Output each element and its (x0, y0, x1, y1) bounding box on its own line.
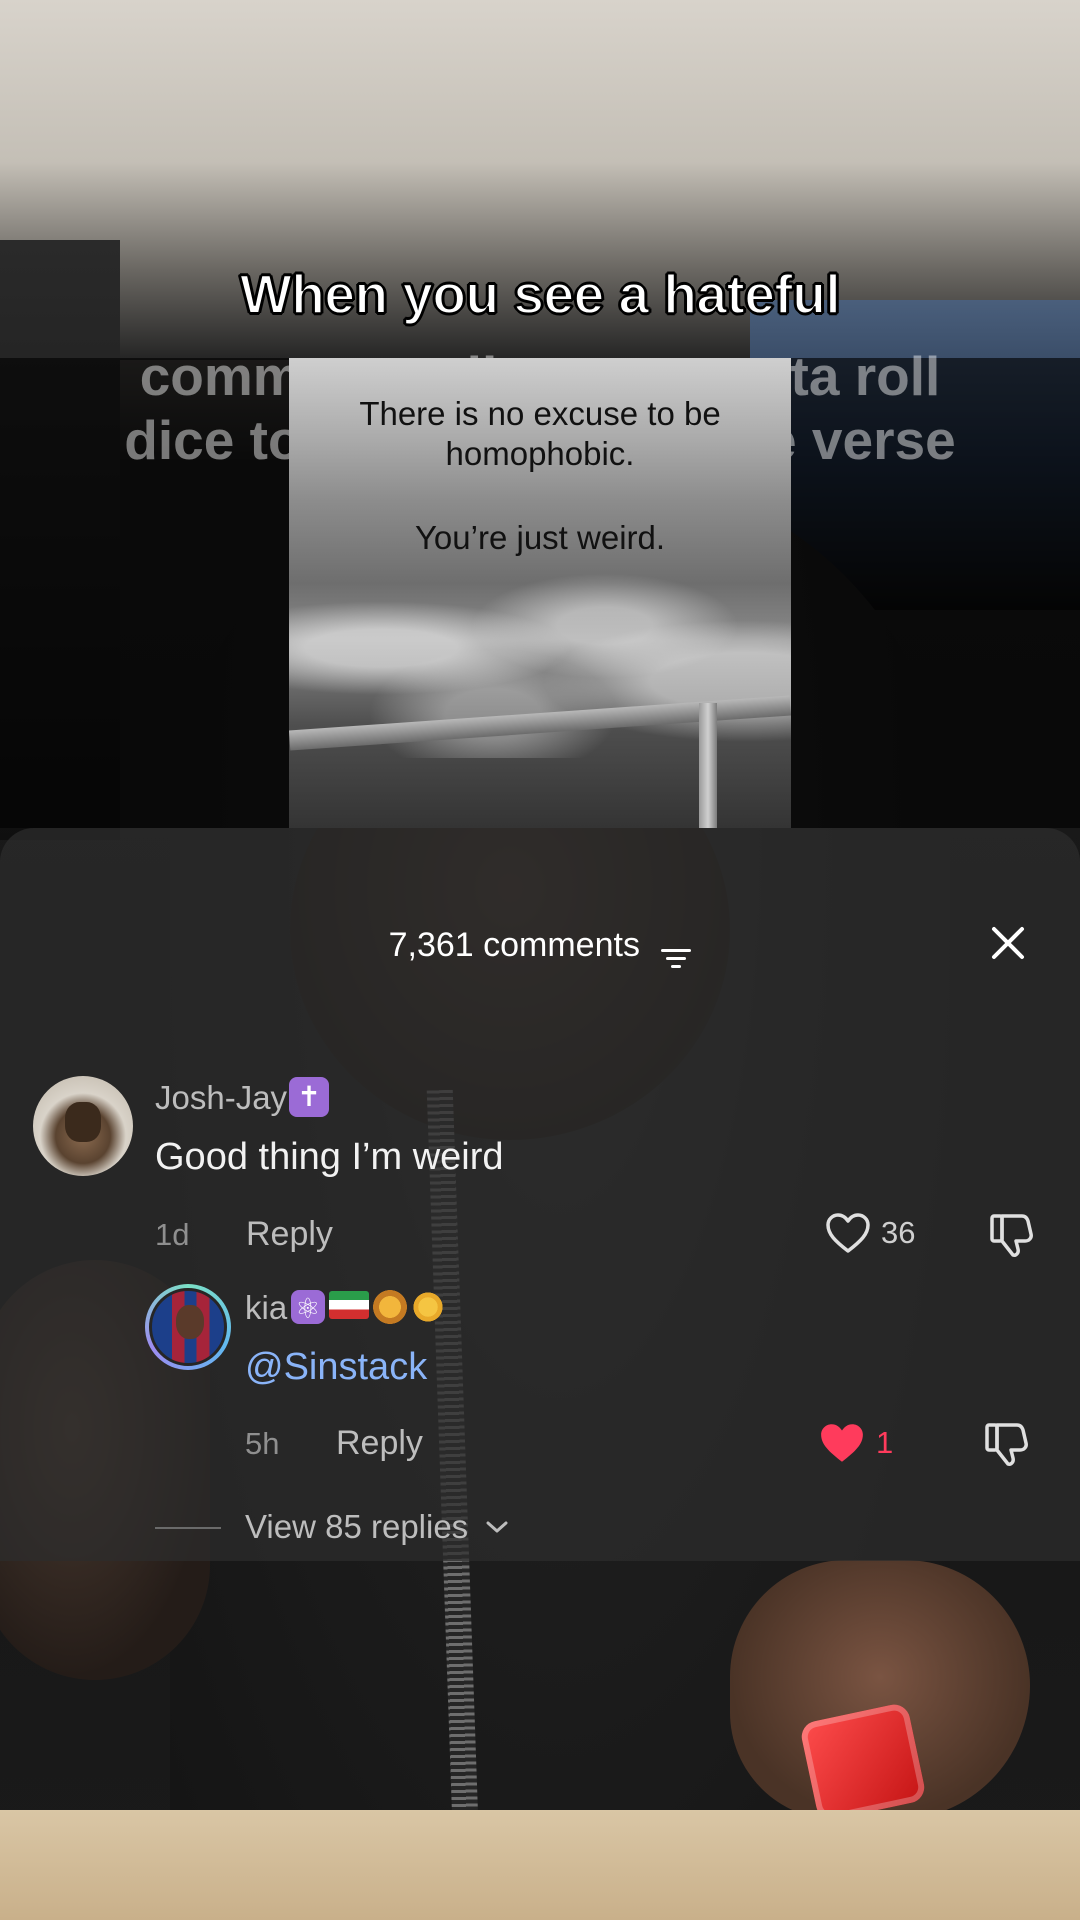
comment-author[interactable]: kia (245, 1288, 446, 1329)
thumbs-down-icon (985, 1423, 1028, 1466)
heart-outline-icon (826, 1213, 870, 1253)
mention-link[interactable]: @Sinstack (245, 1344, 427, 1390)
avatar-image (149, 1288, 227, 1366)
username: kia (245, 1289, 288, 1326)
reply-button[interactable]: Reply (246, 1214, 333, 1254)
comment-time: 5h (245, 1426, 280, 1461)
quoted-video-thumbnail[interactable]: There is no excuse to be homophobic. You… (289, 358, 791, 828)
soccer-player-avatar[interactable] (145, 1284, 231, 1370)
comment-time: 1d (155, 1217, 190, 1252)
iran-flag-icon (329, 1291, 370, 1320)
like-count: 36 (881, 1215, 916, 1250)
close-button[interactable] (985, 920, 1031, 966)
view-replies-row[interactable]: View 85 replies (0, 1505, 1080, 1549)
quoted-text-1: There is no excuse to be homophobic. (359, 395, 721, 472)
username: Josh-Jay (155, 1079, 288, 1116)
reply-button[interactable]: Reply (336, 1423, 423, 1463)
dislike-button[interactable] (988, 1212, 1034, 1263)
thumbs-down-icon (990, 1214, 1033, 1257)
video-caption: When you see a hateful (60, 262, 1020, 326)
caption-line-1: When you see a hateful (239, 262, 842, 326)
heart-filled-icon (821, 1424, 863, 1462)
filter-icon[interactable] (661, 934, 692, 969)
like-count: 1 (876, 1425, 894, 1460)
comment-author[interactable]: Josh-Jay ✝ (155, 1077, 330, 1120)
chevron-down-icon (486, 1521, 508, 1533)
view-replies-button[interactable]: View 85 replies (245, 1505, 509, 1549)
quoted-text-2: You’re just weird. (414, 519, 666, 556)
lion-emoji-icon (373, 1290, 408, 1325)
replies-divider (155, 1527, 221, 1529)
table-edge (0, 1810, 1080, 1920)
sun-emoji-icon (411, 1290, 446, 1325)
close-icon (992, 927, 1024, 959)
rail-post (699, 703, 717, 828)
comments-count: 7,361 comments (388, 926, 640, 964)
comment-text: Good thing I’m weird (155, 1136, 504, 1178)
comments-sheet: 7,361 comments Josh-Jay ✝ Good thing I’m … (0, 828, 1080, 1561)
atom-emoji-icon (291, 1289, 326, 1329)
view-replies-label: View 85 replies (245, 1508, 469, 1545)
like-button[interactable]: 36 (825, 1212, 915, 1254)
cross-badge-icon: ✝ (289, 1077, 330, 1118)
dislike-button[interactable] (983, 1421, 1029, 1472)
dog-avatar[interactable] (33, 1076, 133, 1176)
like-button[interactable]: 1 (818, 1421, 893, 1465)
comments-header: 7,361 comments (0, 920, 1080, 970)
